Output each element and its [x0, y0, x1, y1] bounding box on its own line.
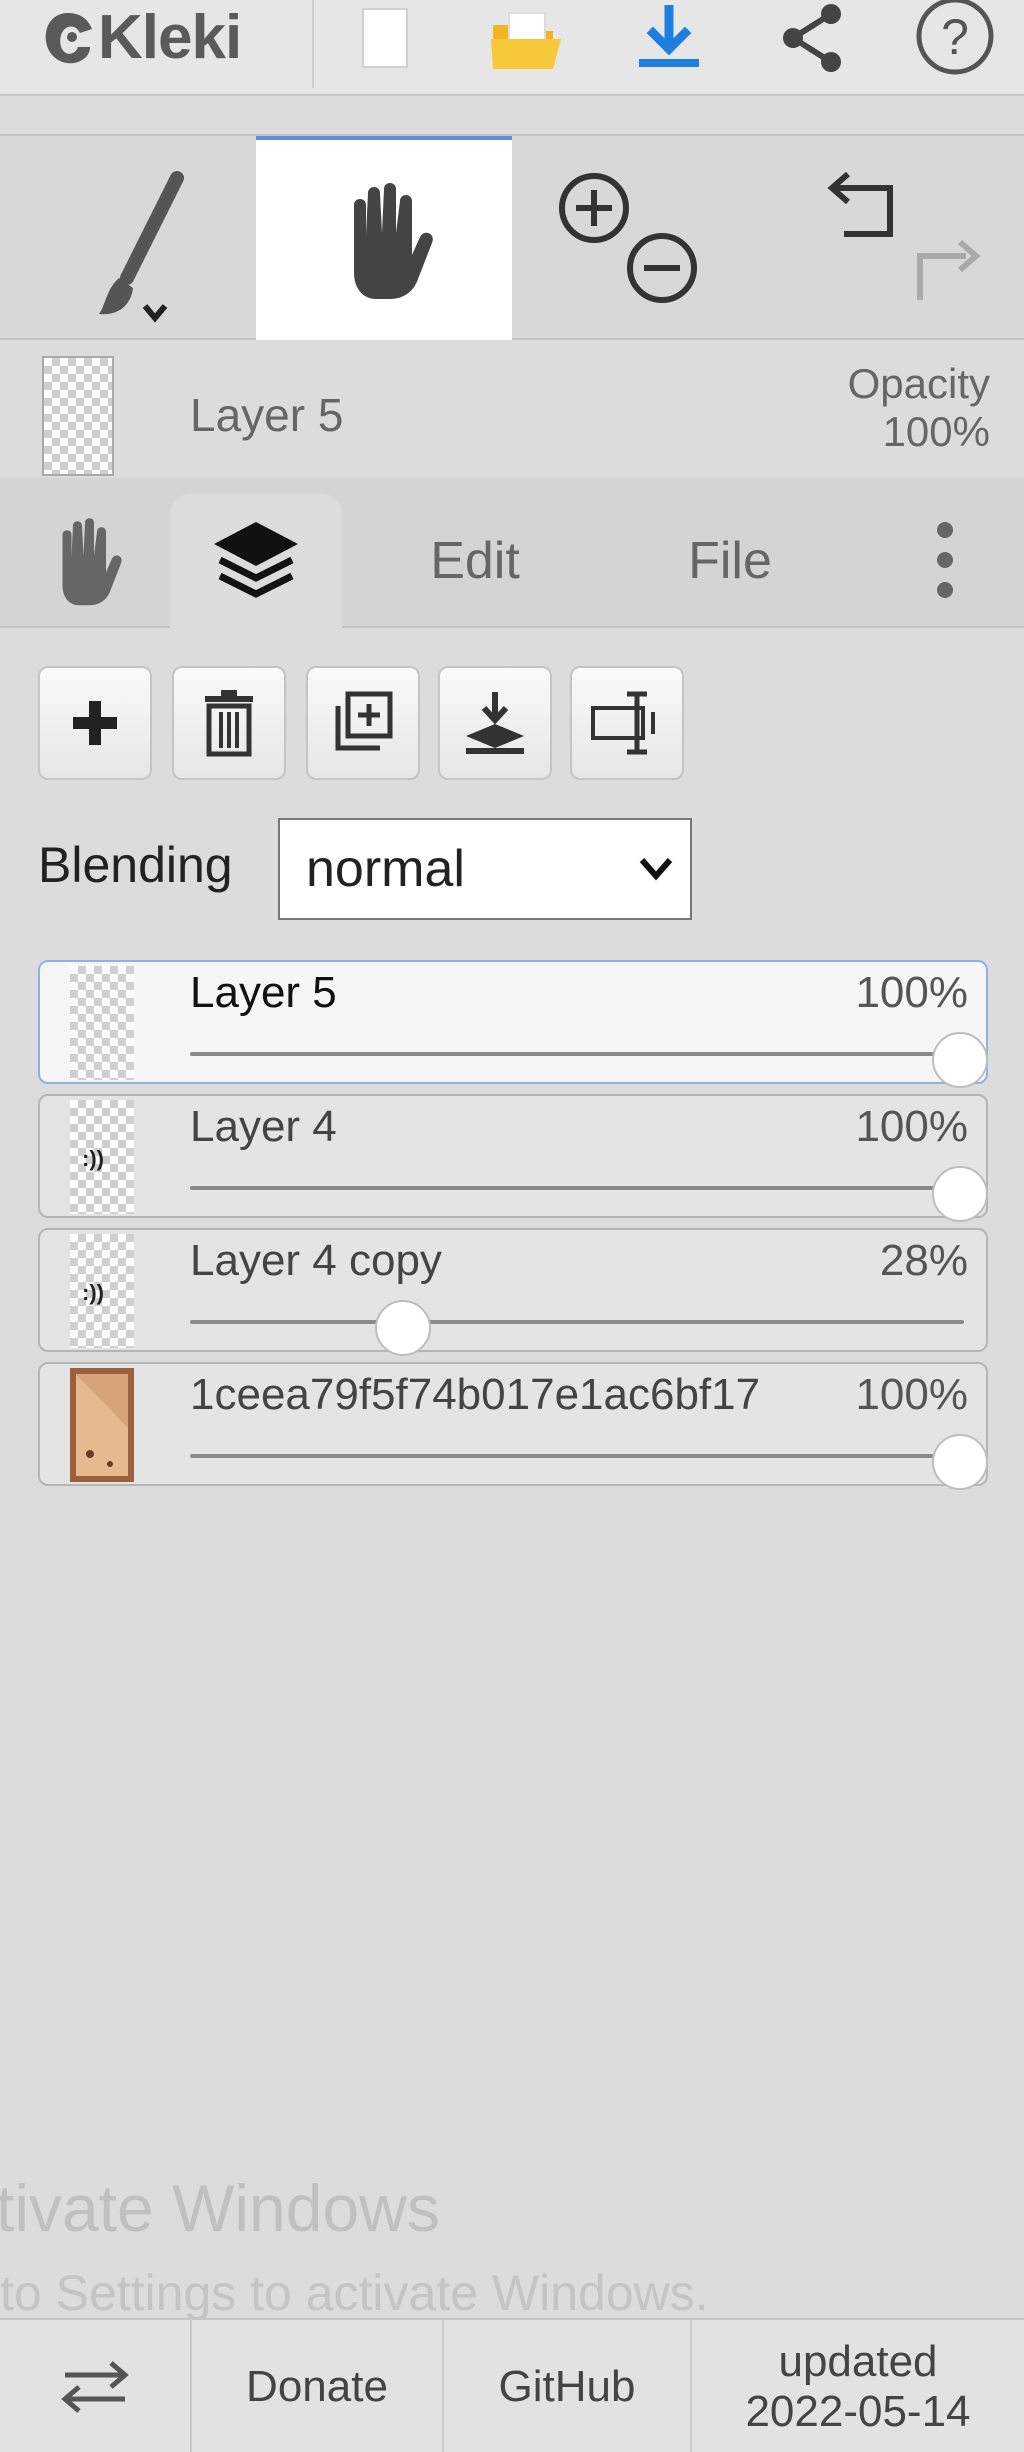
- share-icon: [783, 4, 841, 72]
- opacity-slider-track[interactable]: [190, 1186, 964, 1190]
- layer-row[interactable]: :)) Layer 4 copy 28%: [38, 1228, 988, 1356]
- layer-thumbnail: :)): [70, 1234, 134, 1348]
- blending-select[interactable]: normal: [278, 818, 692, 920]
- duplicate-icon: [335, 691, 393, 751]
- footer-bar: Donate GitHub updated 2022-05-14: [0, 2318, 1024, 2452]
- layer-opacity: 100%: [855, 1102, 968, 1151]
- zoom-buttons: [530, 136, 720, 340]
- opacity-slider-knob[interactable]: [932, 1434, 988, 1490]
- hand-icon: [354, 183, 433, 299]
- updated-info[interactable]: updated 2022-05-14: [692, 2320, 1024, 2452]
- layers-icon: [214, 522, 298, 598]
- opacity-label: Opacity: [847, 360, 990, 407]
- zoom-out-icon[interactable]: [627, 233, 697, 303]
- tab-layers[interactable]: [170, 494, 342, 628]
- undo-icon[interactable]: [827, 171, 893, 237]
- header-divider: [312, 0, 314, 88]
- rename-icon: [591, 691, 655, 755]
- layer-opacity: 100%: [855, 968, 968, 1017]
- layer-opacity: 100%: [855, 1370, 968, 1419]
- opacity-slider-knob[interactable]: [932, 1166, 988, 1222]
- kleki-logo-icon: [45, 13, 92, 64]
- layer-name: Layer 4: [190, 1102, 337, 1151]
- tab-hand[interactable]: [20, 494, 150, 628]
- opacity-slider-track[interactable]: [190, 1052, 964, 1056]
- duplicate-layer-button[interactable]: [306, 666, 420, 780]
- layer-thumbnail: [70, 966, 134, 1080]
- zoom-group: [559, 173, 697, 303]
- opacity-slider-knob[interactable]: [374, 1300, 431, 1356]
- blending-label: Blending: [38, 837, 233, 893]
- add-layer-button[interactable]: [38, 666, 152, 780]
- hand-tool[interactable]: [256, 136, 512, 340]
- chevron-down-icon: [639, 858, 673, 881]
- updated-date: 2022-05-14: [745, 2387, 971, 2436]
- trash-icon: [205, 690, 253, 757]
- current-layer-thumbnail: [42, 356, 114, 476]
- undo-redo: [790, 136, 1010, 340]
- donate-link[interactable]: Donate: [192, 2320, 444, 2452]
- tab-file[interactable]: File: [630, 494, 830, 628]
- svg-text:?: ?: [941, 9, 969, 65]
- image-thumbnail: [70, 1368, 134, 1482]
- github-link[interactable]: GitHub: [444, 2320, 692, 2452]
- current-layer-opacity: Opacity 100%: [848, 360, 990, 456]
- opacity-value: 100%: [882, 408, 990, 455]
- hand-icon: [62, 518, 122, 606]
- merge-down-icon: [466, 692, 524, 754]
- undo-redo-group: [827, 171, 981, 300]
- thumbnail-marks: :)): [82, 1280, 104, 1305]
- zoom-in-icon[interactable]: [559, 173, 629, 243]
- merge-layer-button[interactable]: [438, 666, 552, 780]
- thumbnail-marks: :)): [82, 1146, 104, 1171]
- logo-text: Kleki: [98, 2, 242, 72]
- share-button[interactable]: [768, 0, 858, 80]
- brush-icon: [99, 171, 184, 323]
- folder-icon: [491, 12, 561, 69]
- swap-sides-button[interactable]: [0, 2320, 192, 2452]
- layer-name: Layer 4 copy: [190, 1236, 442, 1285]
- plus-icon: [73, 701, 117, 745]
- help-button[interactable]: ?: [910, 0, 1000, 80]
- rename-layer-button[interactable]: [570, 666, 684, 780]
- top-bar: Kleki ?: [0, 0, 1024, 96]
- save-button[interactable]: [624, 0, 714, 80]
- kleki-logo: Kleki: [40, 0, 242, 74]
- activation-watermark-title: tivate Windows: [0, 2171, 440, 2245]
- layer-opacity: 28%: [879, 1236, 968, 1285]
- new-file-icon: [362, 8, 408, 68]
- redo-icon[interactable]: [917, 239, 981, 300]
- more-vertical-icon: [937, 522, 953, 598]
- current-layer-name: Layer 5: [190, 389, 344, 441]
- layer-thumbnail: [70, 1368, 134, 1482]
- current-layer-info: Layer 5 Opacity 100%: [0, 342, 1024, 478]
- activation-watermark-subtitle: to Settings to activate Windows.: [0, 2265, 709, 2321]
- opacity-slider-knob[interactable]: [932, 1032, 988, 1088]
- opacity-slider-track[interactable]: [190, 1320, 964, 1324]
- tool-row: [0, 134, 1024, 340]
- blending-value: normal: [306, 840, 465, 898]
- help-icon: ?: [916, 0, 994, 75]
- delete-layer-button[interactable]: [172, 666, 286, 780]
- new-image-button[interactable]: [340, 0, 430, 80]
- updated-label: updated: [778, 2337, 938, 2386]
- layer-name: 1ceea79f5f74b017e1ac6bf17: [190, 1370, 761, 1419]
- layer-thumbnail: :)): [70, 1100, 134, 1214]
- swap-arrows-icon: [61, 2361, 129, 2413]
- layer-row[interactable]: :)) Layer 4 100%: [38, 1094, 988, 1222]
- layer-row[interactable]: Layer 5 100%: [38, 960, 988, 1088]
- download-icon: [639, 5, 699, 67]
- panel-tabs: Edit File: [0, 478, 1024, 628]
- layer-row[interactable]: 1ceea79f5f74b017e1ac6bf17 100%: [38, 1362, 988, 1490]
- brush-tool[interactable]: [0, 136, 254, 340]
- layer-name: Layer 5: [190, 968, 337, 1017]
- tab-more[interactable]: [900, 494, 990, 628]
- open-button[interactable]: [482, 0, 572, 80]
- tab-edit[interactable]: Edit: [380, 494, 570, 628]
- opacity-slider-track[interactable]: [190, 1454, 964, 1458]
